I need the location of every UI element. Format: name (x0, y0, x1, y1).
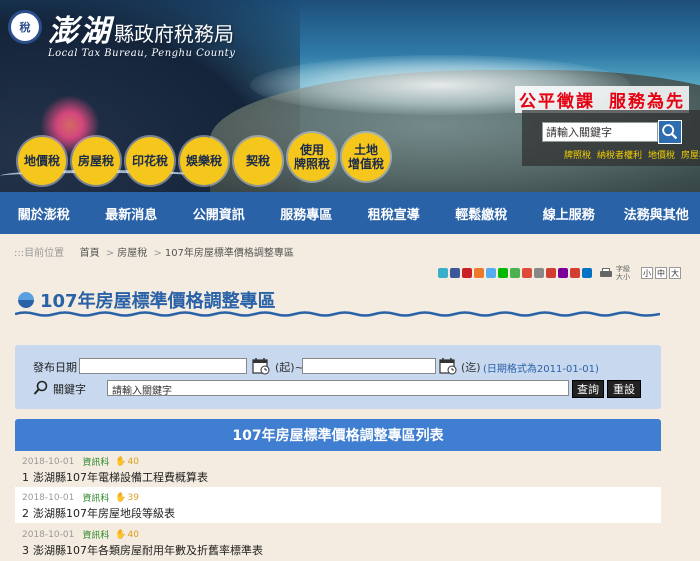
site-search: 牌照稅納稅者權利地價稅房屋稅 (522, 110, 700, 166)
share-toolbar: 字級大小 小 中 大 (438, 265, 681, 281)
item-number: 3 (22, 544, 29, 557)
item-date: 2018-10-01 (22, 492, 75, 503)
site-logo[interactable]: 稅 (8, 10, 42, 44)
item-views: 39 (127, 492, 139, 503)
list-item[interactable]: 2018-10-01 資訊科 ✋ 39 2 澎湖縣107年房屋地段等級表 (15, 487, 661, 523)
plurk-icon[interactable] (438, 268, 448, 278)
pinterest-icon[interactable] (462, 268, 472, 278)
date-format-hint: (日期格式為2011-01-01) (483, 364, 599, 375)
magnifier-icon (33, 380, 48, 395)
google-plus-icon[interactable] (522, 268, 532, 278)
tax-button-license[interactable]: 使用 牌照稅 (288, 133, 336, 181)
hot-keys: 牌照稅納稅者權利地價稅房屋稅 (564, 148, 700, 161)
item-date: 2018-10-01 (22, 456, 75, 467)
breadcrumb: :::目前位置 首頁 > 房屋稅 >107年房屋標準價格調整專區 (14, 248, 294, 259)
nav-item-legal[interactable]: 法務與其他 (613, 192, 700, 234)
yahoo-icon[interactable] (558, 268, 568, 278)
tax-button-land-value[interactable]: 地價稅 (18, 137, 66, 185)
font-size-large[interactable]: 大 (669, 267, 681, 279)
end-text: (迄) (461, 361, 481, 374)
list-item[interactable]: 2018-10-01 資訊科 ✋ 40 3 澎湖縣107年各類房屋耐用年數及折舊率… (15, 524, 661, 560)
site-name-big: 澎湖 (48, 14, 112, 49)
breadcrumb-item: 107年房屋標準價格調整專區 (164, 248, 294, 259)
nav-item-promotion[interactable]: 租稅宣導 (350, 192, 438, 234)
slogan: 公平徵課 服務為先 (515, 86, 689, 113)
views-icon: ✋ (115, 529, 127, 540)
keyword-input[interactable]: 請輸入關鍵字 (107, 380, 569, 397)
breadcrumb-item[interactable]: 房屋稅 (117, 248, 147, 259)
end-date-input[interactable] (302, 358, 436, 374)
tax-button-house[interactable]: 房屋稅 (72, 137, 120, 185)
gmail-icon[interactable] (570, 268, 580, 278)
tax-button-deed[interactable]: 契稅 (234, 137, 282, 185)
print-icon[interactable] (600, 268, 612, 278)
date-label: 發布日期 (33, 361, 77, 374)
item-title-link[interactable]: 澎湖縣107年電梯設備工程費概算表 (33, 471, 208, 484)
font-size-small[interactable]: 小 (641, 267, 653, 279)
page-title-wrap: 107年房屋標準價格調整專區 (18, 287, 276, 313)
nav-item-services[interactable]: 服務專區 (263, 192, 351, 234)
nav-item-online[interactable]: 線上服務 (525, 192, 613, 234)
views-icon: ✋ (115, 492, 127, 503)
tax-button-amusement[interactable]: 娛樂稅 (180, 137, 228, 185)
nav-item-about[interactable]: 關於澎稅 (0, 192, 88, 234)
hot-key[interactable]: 納稅者權利 (597, 151, 642, 161)
breadcrumb-prefix: :::目前位置 (14, 248, 65, 259)
search-form: 發布日期 (起)~ (迄) (日期格式為2011-01-01) 關鍵字 請輸入關… (15, 345, 661, 409)
reset-button[interactable]: 重設 (607, 380, 641, 398)
outlook-icon[interactable] (582, 268, 592, 278)
share-icon[interactable] (510, 268, 520, 278)
font-size-label: 字級大小 (616, 265, 630, 281)
views-icon: ✋ (115, 456, 127, 467)
nav-item-news[interactable]: 最新消息 (88, 192, 176, 234)
list-item[interactable]: 2018-10-01 資訊科 ✋ 40 1 澎湖縣107年電梯設備工程費概算表 (15, 451, 661, 487)
search-icon (662, 124, 678, 140)
start-date-input[interactable] (79, 358, 247, 374)
nav-item-payment[interactable]: 輕鬆繳稅 (438, 192, 526, 234)
line-icon[interactable] (498, 268, 508, 278)
search-button[interactable] (658, 120, 682, 144)
site-name[interactable]: 澎湖 縣政府稅務局 Local Tax Bureau, Penghu County (48, 6, 235, 59)
item-number: 1 (22, 471, 29, 484)
calendar-icon[interactable] (439, 357, 457, 375)
main-nav: 關於澎稅 最新消息 公開資訊 服務專區 租稅宣導 輕鬆繳稅 線上服務 法務與其他 (0, 192, 700, 234)
item-date: 2018-10-01 (22, 529, 75, 540)
email-icon[interactable] (546, 268, 556, 278)
item-title-link[interactable]: 澎湖縣107年房屋地段等級表 (33, 507, 175, 520)
hot-key[interactable]: 地價稅 (648, 151, 675, 161)
item-views: 40 (127, 529, 139, 540)
title-bullet-icon (18, 292, 34, 308)
item-views: 40 (127, 456, 139, 467)
item-dept: 資訊科 (82, 531, 110, 541)
blogger-icon[interactable] (474, 268, 484, 278)
banner: 稅 澎湖 縣政府稅務局 Local Tax Bureau, Penghu Coun… (0, 0, 700, 192)
site-name-en: Local Tax Bureau, Penghu County (48, 48, 236, 59)
page-title: 107年房屋標準價格調整專區 (40, 291, 276, 312)
list-header: 107年房屋標準價格調整專區列表 (15, 419, 661, 451)
start-text: (起)~ (275, 361, 304, 374)
hot-key[interactable]: 牌照稅 (564, 151, 591, 161)
query-button[interactable]: 查詢 (572, 380, 604, 398)
twitter-icon[interactable] (486, 268, 496, 278)
font-size-medium[interactable]: 中 (655, 267, 667, 279)
keyword-label: 關鍵字 (53, 383, 86, 396)
item-title-link[interactable]: 澎湖縣107年各類房屋耐用年數及折舊率標準表 (33, 544, 263, 557)
item-dept: 資訊科 (82, 494, 110, 504)
tax-button-stamp[interactable]: 印花稅 (126, 137, 174, 185)
title-divider (15, 311, 660, 317)
facebook-icon[interactable] (450, 268, 460, 278)
item-number: 2 (22, 507, 29, 520)
breadcrumb-item[interactable]: 首頁 (80, 248, 100, 259)
site-name-cn: 縣政府稅務局 (114, 22, 234, 46)
site-search-input[interactable] (542, 122, 658, 142)
hot-key[interactable]: 房屋稅 (681, 151, 700, 161)
tax-button-land-increment[interactable]: 土地 增值稅 (342, 133, 390, 181)
nav-item-public-info[interactable]: 公開資訊 (175, 192, 263, 234)
separator-icon (534, 268, 544, 278)
item-dept: 資訊科 (82, 458, 110, 468)
calendar-icon[interactable] (252, 357, 270, 375)
